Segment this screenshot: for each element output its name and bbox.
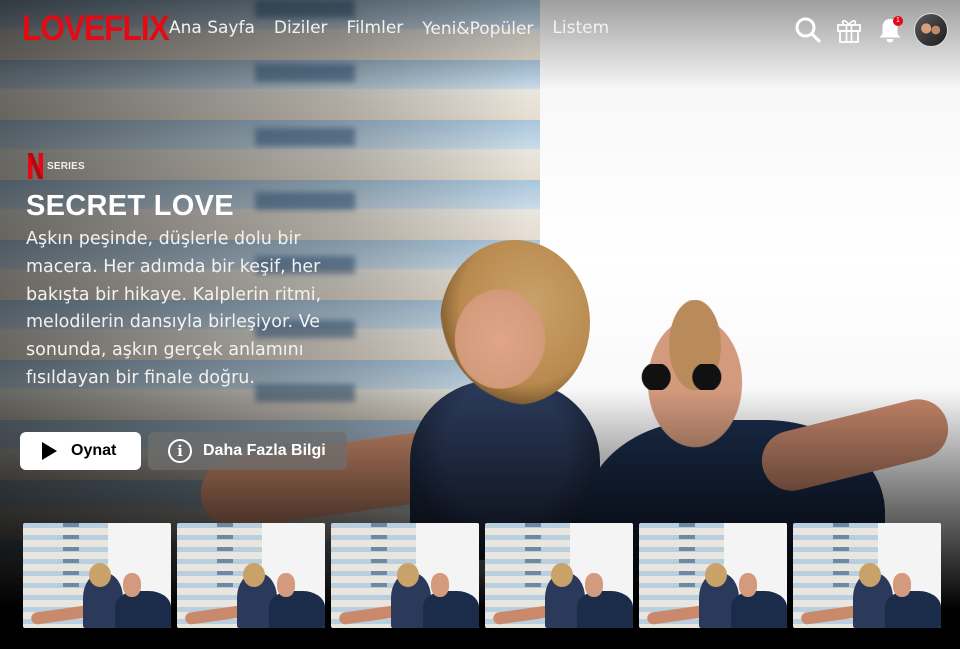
more-info-button-label: Daha Fazla Bilgi [203, 442, 326, 459]
netflix-n-logo-icon [28, 153, 43, 179]
notification-badge: 1 [893, 16, 903, 26]
thumbnail-card[interactable] [793, 523, 941, 628]
thumbnail-card[interactable] [177, 523, 325, 628]
top-header: LOVEFLIX Ana Sayfa Diziler Filmler Yeni&… [0, 0, 960, 60]
thumbnail-card[interactable] [331, 523, 479, 628]
play-button[interactable]: Oynat [20, 432, 141, 470]
avatar[interactable] [914, 13, 948, 47]
play-icon [42, 442, 57, 460]
thumbnail-card[interactable] [485, 523, 633, 628]
thumbnail-card[interactable] [23, 523, 171, 628]
search-icon [795, 17, 821, 43]
featured-description: Aşkın peşinde, düşlerle dolu bir macera.… [26, 229, 322, 388]
featured-actions: Oynat i Daha Fazla Bilgi [20, 432, 347, 470]
play-button-label: Oynat [71, 442, 117, 459]
nav-item-new-popular[interactable]: Yeni&Popüler [422, 19, 533, 39]
sunglasses [632, 364, 742, 390]
series-label: SERIES [47, 160, 85, 172]
hero-figure-woman-head [440, 240, 590, 405]
series-badge: SERIES [28, 153, 85, 179]
header-actions: 1 [785, 12, 948, 48]
more-info-button[interactable]: i Daha Fazla Bilgi [148, 432, 347, 470]
brand-logo[interactable]: LOVEFLIX [22, 9, 170, 49]
main-nav: Ana Sayfa Diziler Filmler Yeni&Popüler L… [169, 18, 628, 39]
nav-item-home[interactable]: Ana Sayfa [169, 18, 255, 38]
nav-item-series[interactable]: Diziler [274, 18, 328, 38]
gift-button[interactable] [831, 12, 867, 48]
gift-icon [837, 20, 861, 43]
info-icon: i [168, 439, 192, 463]
featured-title: SECRET LOVE [26, 190, 234, 222]
nav-item-movies[interactable]: Filmler [347, 18, 404, 38]
nav-item-my-list[interactable]: Listem [552, 18, 609, 38]
search-button[interactable] [790, 12, 826, 48]
thumbnail-row [23, 523, 941, 628]
notifications-button[interactable]: 1 [872, 12, 908, 48]
thumbnail-card[interactable] [639, 523, 787, 628]
